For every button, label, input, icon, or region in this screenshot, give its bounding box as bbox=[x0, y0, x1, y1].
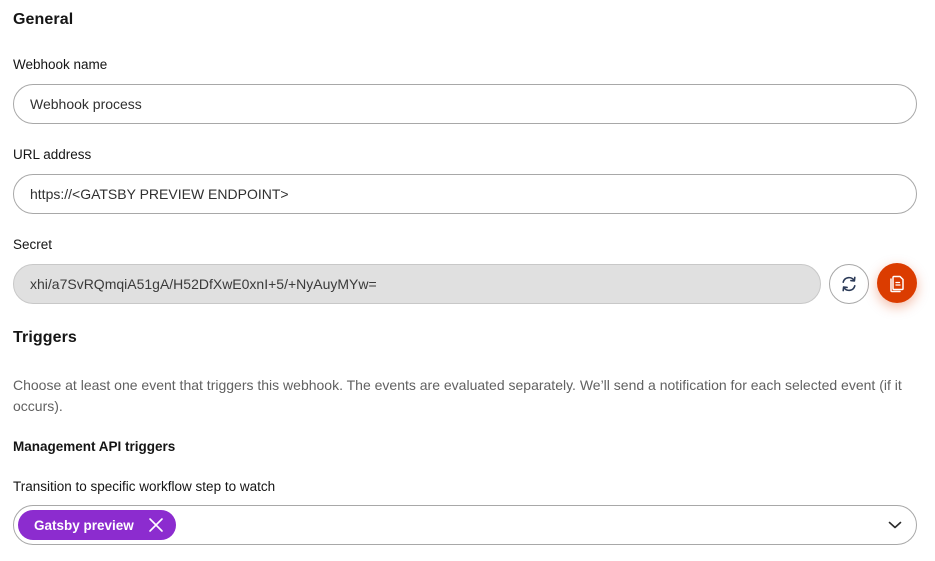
triggers-section-title: Triggers bbox=[13, 329, 77, 346]
close-icon bbox=[148, 518, 163, 532]
chip-label: Gatsby preview bbox=[34, 517, 134, 533]
webhook-name-value: Webhook process bbox=[30, 96, 142, 112]
url-address-input[interactable]: https://<GATSBY PREVIEW ENDPOINT> bbox=[13, 174, 917, 214]
secret-value: xhi/a7SvRQmqiA51gA/H52DfXwE0xnI+5/+NyAuy… bbox=[30, 276, 377, 292]
selected-option-chip: Gatsby preview bbox=[18, 510, 176, 540]
url-address-label: URL address bbox=[13, 147, 92, 162]
webhook-settings-page: General Webhook name Webhook process URL… bbox=[0, 0, 935, 561]
remove-option-button[interactable] bbox=[146, 515, 166, 535]
management-api-triggers-title: Management API triggers bbox=[13, 439, 176, 454]
general-section-title: General bbox=[13, 11, 74, 28]
webhook-name-input[interactable]: Webhook process bbox=[13, 84, 917, 124]
regenerate-secret-button[interactable] bbox=[829, 264, 869, 304]
refresh-icon bbox=[842, 276, 856, 292]
workflow-step-multiselect[interactable]: Gatsby preview bbox=[13, 505, 917, 545]
webhook-name-label: Webhook name bbox=[13, 57, 108, 72]
triggers-description: Choose at least one event that triggers … bbox=[13, 377, 902, 414]
chevron-down-icon bbox=[888, 521, 902, 529]
url-address-value: https://<GATSBY PREVIEW ENDPOINT> bbox=[30, 186, 289, 202]
secret-input[interactable]: xhi/a7SvRQmqiA51gA/H52DfXwE0xnI+5/+NyAuy… bbox=[13, 264, 821, 304]
copy-secret-button[interactable] bbox=[877, 263, 917, 303]
workflow-step-label: Transition to specific workflow step to … bbox=[13, 479, 276, 494]
secret-label: Secret bbox=[13, 237, 53, 252]
copy-icon bbox=[890, 275, 904, 293]
dropdown-toggle[interactable] bbox=[888, 520, 902, 530]
